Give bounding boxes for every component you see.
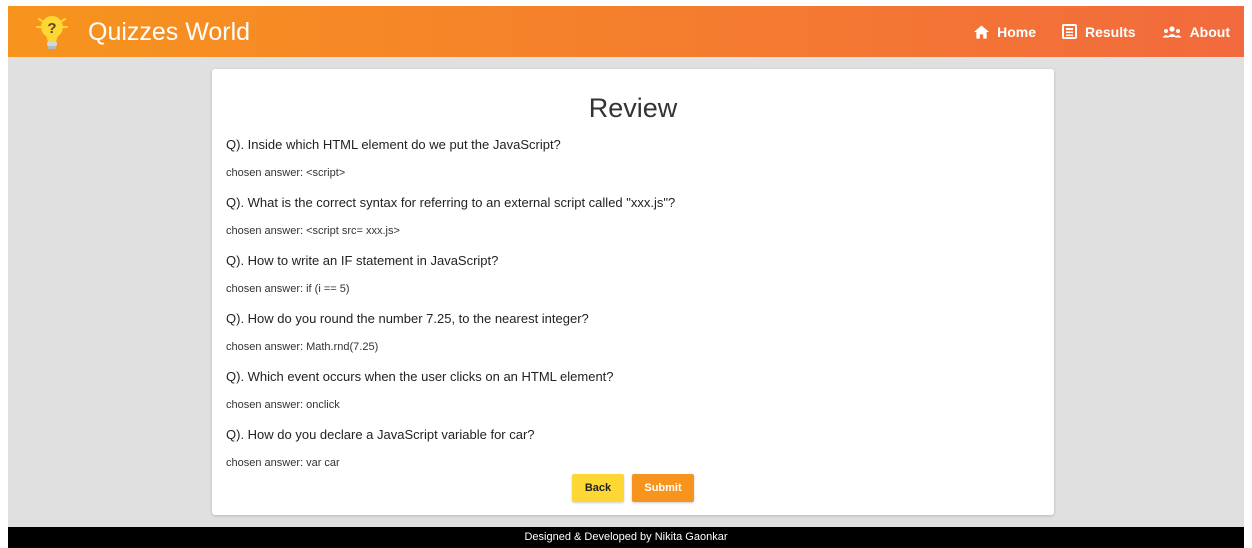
nav-about-label: About	[1189, 23, 1230, 40]
people-icon	[1162, 25, 1182, 37]
review-actions: Back Submit	[212, 474, 1054, 502]
brand-title[interactable]: Quizzes World	[88, 15, 250, 49]
page-frame: ? Quizzes World Home Results About Revie…	[8, 6, 1244, 548]
review-list: Q). Inside which HTML element do we put …	[226, 131, 1036, 479]
nav-results-label: Results	[1084, 23, 1136, 40]
nav-about[interactable]: About	[1162, 24, 1230, 40]
submit-button[interactable]: Submit	[632, 474, 694, 502]
home-icon	[974, 24, 990, 39]
review-card: Review Q). Inside which HTML element do …	[212, 69, 1054, 515]
review-item: Q). What is the correct syntax for refer…	[226, 189, 1036, 247]
review-item: Q). How do you round the number 7.25, to…	[226, 305, 1036, 363]
question-text: Q). How do you round the number 7.25, to…	[226, 311, 589, 326]
nav-home-label: Home	[997, 23, 1036, 40]
nav-menu: Home Results About	[974, 6, 1244, 57]
question-text: Q). What is the correct syntax for refer…	[226, 195, 676, 210]
question-text: Q). How do you declare a JavaScript vari…	[226, 427, 535, 442]
svg-text:?: ?	[47, 20, 56, 37]
chosen-answer-text: chosen answer: <script>	[226, 167, 346, 179]
back-button[interactable]: Back	[572, 474, 624, 502]
chosen-answer-text: chosen answer: if (i == 5)	[226, 283, 350, 295]
question-text: Q). How to write an IF statement in Java…	[226, 253, 499, 268]
chosen-answer-text: chosen answer: Math.rnd(7.25)	[226, 341, 379, 353]
question-text: Q). Inside which HTML element do we put …	[226, 137, 561, 152]
navbar: ? Quizzes World Home Results About	[8, 6, 1244, 57]
review-title: Review	[588, 93, 678, 123]
question-text: Q). Which event occurs when the user cli…	[226, 369, 614, 384]
lightbulb-question-icon[interactable]: ?	[35, 11, 69, 53]
nav-home[interactable]: Home	[974, 24, 1036, 40]
chosen-answer-text: chosen answer: onclick	[226, 399, 340, 411]
review-item: Q). How do you declare a JavaScript vari…	[226, 421, 1036, 479]
review-item: Q). Inside which HTML element do we put …	[226, 131, 1036, 189]
chosen-answer-text: chosen answer: <script src= xxx.js>	[226, 225, 400, 237]
review-item: Q). Which event occurs when the user cli…	[226, 363, 1036, 421]
nav-results[interactable]: Results	[1061, 23, 1136, 40]
review-item: Q). How to write an IF statement in Java…	[226, 247, 1036, 305]
footer: Designed & Developed by Nikita Gaonkar	[8, 527, 1244, 548]
newspaper-icon	[1061, 24, 1077, 39]
